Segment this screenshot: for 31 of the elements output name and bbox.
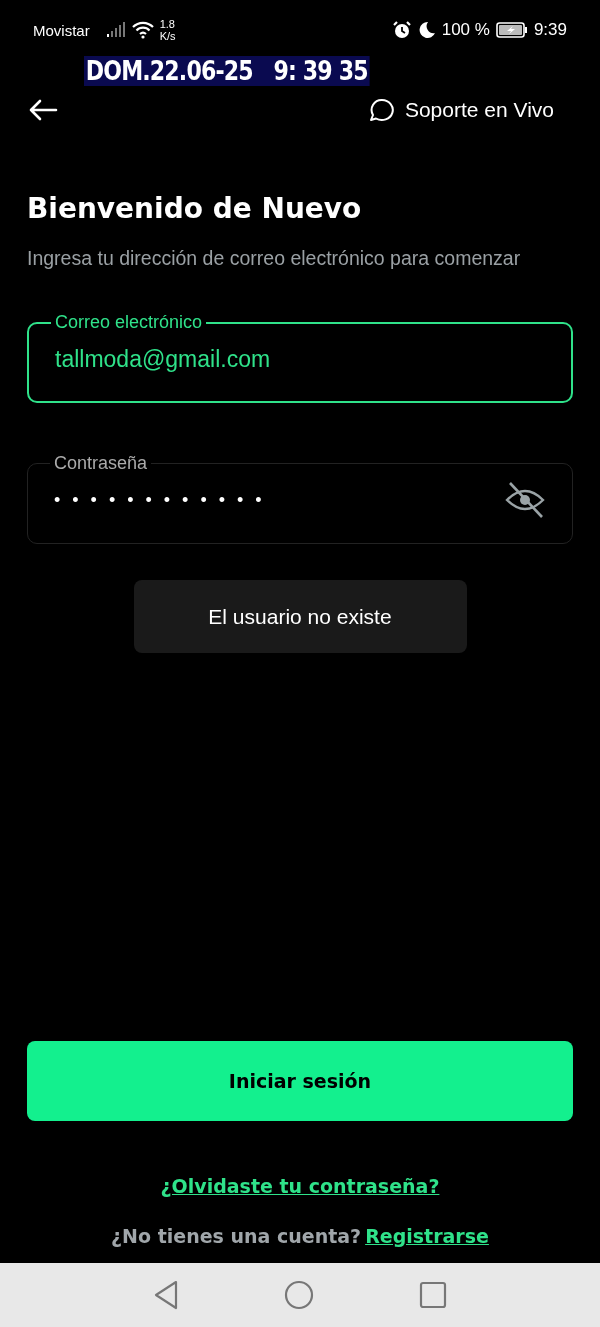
battery-charging-icon [495,22,528,38]
eye-slash-icon[interactable] [504,480,546,520]
register-link[interactable]: Registrarse [365,1225,489,1247]
battery-percent: 100 % [441,20,490,40]
speed-unit: K/s [159,30,176,42]
date-time-stamp: DOM.22.06-25 9: 39 35 [84,56,370,86]
field-value: tallmoda@gmail.com [55,345,271,373]
clock-time: 9:39 [533,20,567,40]
no-account-text: ¿No tienes una cuenta? [111,1225,362,1247]
page-title: Bienvenido de Nuevo [27,192,363,225]
field-value: •••••••••••• [54,489,274,511]
moon-icon [417,21,436,39]
alarm-icon [391,20,412,40]
subtitle-text: Ingresa tu dirección de correo electrónico para comenzar [27,246,522,271]
field-label: Contraseña [53,453,149,474]
signal-icon [105,22,126,38]
recents-nav-icon[interactable] [419,1281,448,1309]
login-button[interactable]: Iniciar sesión [27,1041,573,1121]
wifi-icon [131,21,154,39]
network-speed: 1.8 [159,18,176,30]
field-label: Correo electrónico [54,312,204,333]
chat-bubble-icon[interactable] [368,98,395,122]
live-support-link[interactable]: Soporte en Vivo [404,98,554,122]
toast-message: El usuario no existe [133,580,467,653]
back-nav-icon[interactable] [152,1280,179,1310]
back-arrow-icon[interactable] [28,99,58,121]
email-field[interactable]: Correo electrónico tallmoda@gmail.com [27,312,573,403]
home-nav-icon[interactable] [284,1280,314,1310]
forgot-password-link[interactable]: ¿Olvidaste tu contraseña? [160,1175,440,1197]
carrier-name: Movistar [33,21,90,39]
password-field[interactable]: Contraseña •••••••••••• [27,453,573,544]
